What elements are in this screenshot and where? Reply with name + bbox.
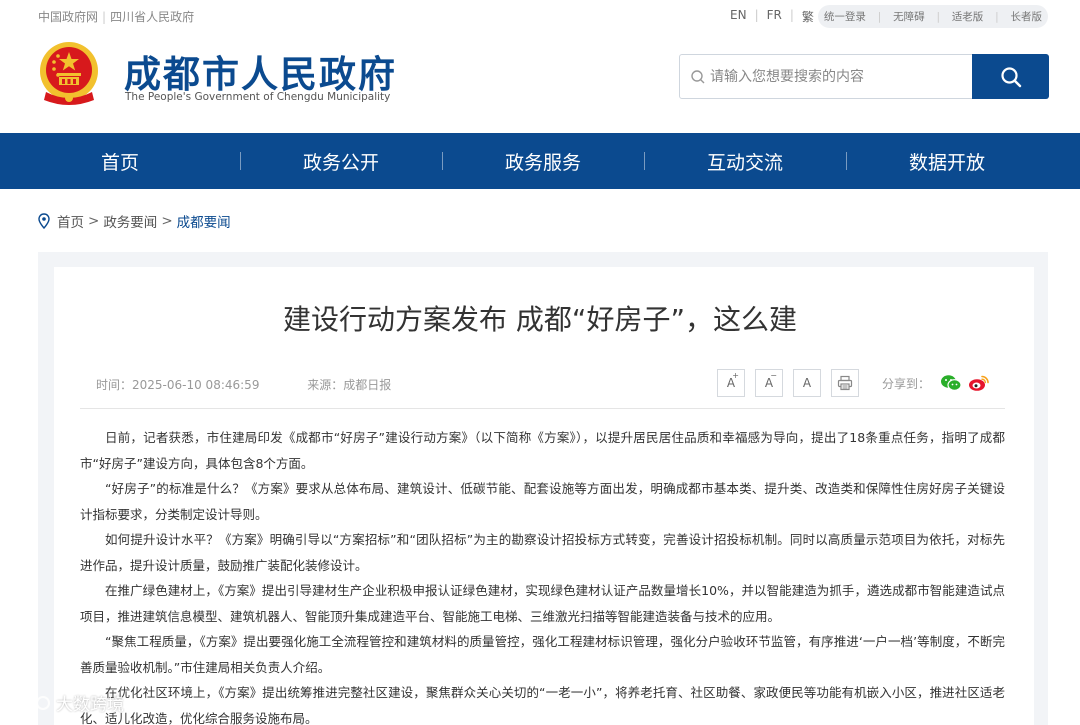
elderly-mode-link[interactable]: 适老版 xyxy=(952,9,984,24)
site-header: 成都市人民政府 The People's Government of Cheng… xyxy=(0,32,1080,132)
breadcrumb-gov-news[interactable]: 政务要闻 xyxy=(103,211,157,231)
national-emblem-icon[interactable] xyxy=(38,40,100,108)
article-source: 来源：成都日报 xyxy=(307,378,392,392)
link-sichuan[interactable]: 四川省人民政府 xyxy=(110,10,194,24)
weibo-icon[interactable] xyxy=(968,374,990,392)
search-icon xyxy=(1000,66,1021,87)
watermark-text: 大数跨境 xyxy=(56,695,124,715)
nav-interaction[interactable]: 互动交流 xyxy=(644,133,846,189)
wechat-icon[interactable] xyxy=(940,374,962,392)
site-subtitle: The People's Government of Chengdu Munic… xyxy=(125,91,391,103)
publish-time: 时间：2025-06-10 08:46:59 xyxy=(96,378,260,392)
accessibility-link[interactable]: 无障碍 xyxy=(893,9,925,24)
breadcrumb-home[interactable]: 首页 xyxy=(57,211,84,231)
print-button[interactable] xyxy=(831,369,859,397)
share-label: 分享到： xyxy=(882,376,931,391)
site-title[interactable]: 成都市人民政府 xyxy=(124,44,397,98)
unified-login-link[interactable]: 统一登录 xyxy=(824,9,866,24)
article-title: 建设行动方案发布 成都“好房子”，这么建 xyxy=(283,303,797,336)
article-paragraph: “聚焦工程质量，《方案》提出要强化施工全流程管控和建筑材料的质量管控，强化工程建… xyxy=(80,634,1005,675)
location-pin-icon xyxy=(38,213,50,229)
meta-divider xyxy=(80,408,1005,409)
article-paragraph: “好房子”的标准是什么？《方案》要求从总体布局、建筑设计、低碳节能、配套设施等方… xyxy=(80,481,1005,522)
language-switcher: EN | FR | 繁 xyxy=(726,8,818,25)
font-reset-button[interactable]: A xyxy=(793,369,821,397)
link-gov-cn[interactable]: 中国政府网 xyxy=(38,10,98,24)
article-paragraph: 日前，记者获悉，市住建局印发《成都市“好房子”建设行动方案》（以下简称《方案》）… xyxy=(80,430,1005,471)
nav-home[interactable]: 首页 xyxy=(0,133,240,189)
top-bar: 中国政府网 | 四川省人民政府 EN | FR | 繁 统一登录 | 无障碍 | 适老版 | … xyxy=(0,0,1080,32)
lang-traditional[interactable]: 繁 xyxy=(798,8,818,25)
article-paragraph: 在推广绿色建材上，《方案》提出引导建材生产企业积极申报认证绿色建材，实现绿色建材… xyxy=(80,583,1005,624)
article-meta: 时间：2025-06-10 08:46:59 来源：成都日报 xyxy=(96,376,391,393)
nav-gov-services[interactable]: 政务服务 xyxy=(442,133,644,189)
watermark: 大数跨境 xyxy=(6,690,124,715)
article-body: 日前，记者获悉，市住建局印发《成都市“好房子”建设行动方案》（以下简称《方案》）… xyxy=(80,425,1005,725)
search-box xyxy=(679,54,1049,99)
breadcrumb-separator: > xyxy=(161,213,173,229)
font-larger-button[interactable]: A + xyxy=(717,369,745,397)
search-hint-icon xyxy=(691,70,705,84)
lang-fr[interactable]: FR xyxy=(763,8,786,25)
breadcrumb: 首页 > 政务要闻 > 成都要闻 xyxy=(38,211,231,231)
main-nav: 首页 政务公开 政务服务 互动交流 数据开放 xyxy=(0,133,1080,189)
mode-links: 统一登录 | 无障碍 | 适老版 | 长者版 xyxy=(818,5,1048,28)
breadcrumb-separator: > xyxy=(88,213,100,229)
print-icon xyxy=(837,375,853,391)
article-tools: A + A − A xyxy=(717,369,859,397)
breadcrumb-current[interactable]: 成都要闻 xyxy=(177,211,231,231)
share-bar: 分享到： xyxy=(882,374,990,392)
top-links: 中国政府网 | 四川省人民政府 xyxy=(38,10,195,24)
nav-open-data[interactable]: 数据开放 xyxy=(846,133,1048,189)
article-paragraph: 在优化社区环境上，《方案》提出统筹推进完整社区建设，聚焦群众关心关切的“一老一小… xyxy=(80,685,1005,725)
lang-en[interactable]: EN xyxy=(726,8,751,25)
search-button[interactable] xyxy=(972,54,1049,99)
font-smaller-button[interactable]: A − xyxy=(755,369,783,397)
article-paragraph: 如何提升设计水平？《方案》明确引导以“方案招标”和“团队招标”为主的勘察设计招投… xyxy=(80,532,1005,573)
senior-edition-link[interactable]: 长者版 xyxy=(1011,9,1043,24)
search-input[interactable] xyxy=(710,63,970,91)
watermark-logo-icon xyxy=(9,694,50,711)
nav-gov-affairs-open[interactable]: 政务公开 xyxy=(240,133,442,189)
